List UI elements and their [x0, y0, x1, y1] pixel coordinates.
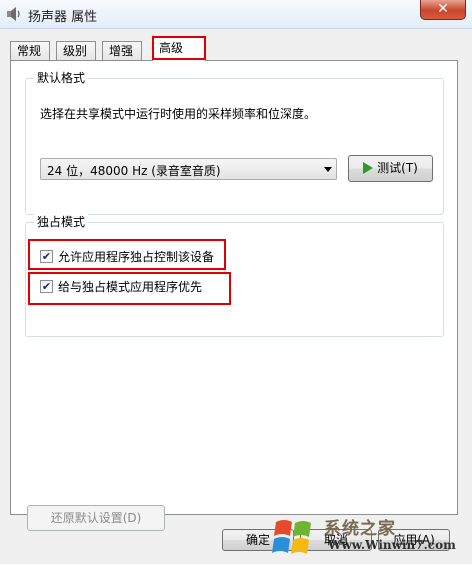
watermark: 系统之家 Www.Winwin7.com	[270, 512, 470, 562]
watermark-url: Www.Winwin7.com	[328, 538, 456, 552]
window-title: 扬声器 属性	[28, 10, 98, 25]
sample-format-dropdown[interactable]: 24 位，48000 Hz (录音室音质)	[40, 158, 337, 180]
play-icon	[363, 161, 374, 174]
default-format-title: 默认格式	[34, 70, 89, 86]
speaker-icon	[6, 6, 22, 22]
watermark-logo-text: 系统之家	[324, 519, 396, 539]
tab-enhancements[interactable]: 增强	[102, 41, 142, 60]
allow-exclusive-highlight	[28, 239, 226, 270]
advanced-tab-highlight	[152, 36, 206, 60]
tab-general[interactable]: 常规	[10, 41, 50, 60]
restore-defaults-button[interactable]: 还原默认设置(D)	[27, 505, 165, 531]
sample-format-value: 24 位，48000 Hz (录音室音质)	[47, 164, 221, 178]
title-bar: 扬声器 属性 ✕	[0, 0, 472, 29]
chevron-down-icon	[324, 167, 332, 172]
default-format-description: 选择在共享模式中运行时使用的采样频率和位深度。	[40, 107, 317, 121]
exclusive-priority-highlight	[28, 272, 231, 305]
windows-logo-icon	[272, 520, 311, 554]
tab-levels[interactable]: 级别	[56, 41, 96, 60]
close-button[interactable]: ✕	[420, 0, 466, 20]
exclusive-mode-title: 独占模式	[34, 214, 89, 230]
test-button[interactable]: 测试(T)	[348, 155, 433, 182]
close-icon: ✕	[437, 1, 449, 17]
default-format-group: 默认格式 选择在共享模式中运行时使用的采样频率和位深度。 24 位，48000 …	[25, 70, 444, 215]
